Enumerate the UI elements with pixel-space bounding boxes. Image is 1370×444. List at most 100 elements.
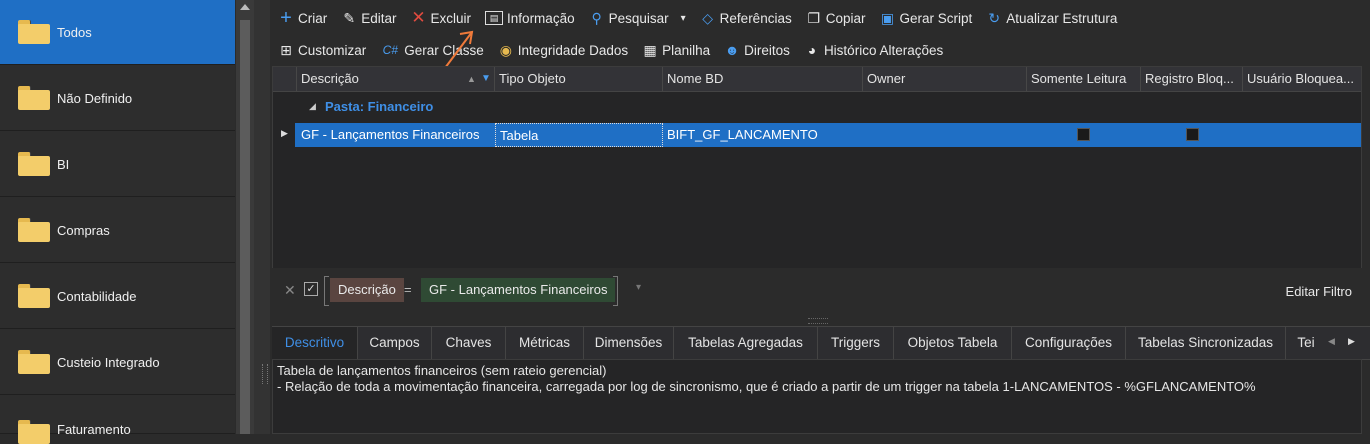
sidebar-item-custeio-integrado[interactable]: Custeio Integrado: [0, 330, 235, 395]
tab-scroll-right-icon[interactable]: ▶: [1348, 336, 1355, 347]
sidebar-item-label: Não Definido: [57, 90, 133, 106]
column-label: Nome BD: [667, 71, 724, 86]
tab-triggers[interactable]: Triggers: [818, 327, 894, 359]
sidebar-item-bi[interactable]: BI: [0, 132, 235, 197]
sidebar-item-faturamento[interactable]: Faturamento: [0, 396, 235, 444]
script-icon: ▣: [880, 10, 895, 26]
cell-owner[interactable]: [863, 123, 1027, 147]
edit-button[interactable]: ✎ Editar: [341, 10, 396, 26]
sidebar-scrollbar[interactable]: [236, 0, 254, 434]
column-label: Somente Leitura: [1031, 71, 1127, 86]
tab-campos[interactable]: Campos: [358, 327, 432, 359]
column-label: Descrição: [301, 71, 359, 86]
csharp-icon: C#: [382, 43, 398, 57]
search-label: Pesquisar: [608, 10, 669, 26]
sidebar-item-contabilidade[interactable]: Contabilidade: [0, 264, 235, 329]
column-header-somente-leitura[interactable]: Somente Leitura: [1027, 67, 1141, 91]
collapse-triangle-icon[interactable]: ◢: [309, 101, 316, 112]
scroll-up-icon[interactable]: [240, 4, 250, 10]
enable-filter-checkbox[interactable]: ✓: [304, 282, 318, 296]
column-header-owner[interactable]: Owner: [863, 67, 1027, 91]
filter-dropdown-icon[interactable]: ▾: [636, 282, 641, 293]
cell-descricao[interactable]: GF - Lançamentos Financeiros: [297, 123, 495, 147]
folder-icon: [18, 350, 50, 374]
tab-configuracoes[interactable]: Configurações: [1012, 327, 1126, 359]
filter-bar: ✕ ✓ Descrição = GF - Lançamentos Finance…: [272, 268, 1362, 316]
search-button[interactable]: ⚲ Pesquisar ▾: [589, 10, 686, 26]
detail-tabs: Descritivo Campos Chaves Métricas Dimens…: [272, 326, 1370, 360]
filter-icon[interactable]: ▼: [481, 67, 491, 91]
sidebar-item-todos[interactable]: Todos: [0, 0, 235, 65]
memo-grip[interactable]: [262, 364, 268, 384]
folder-icon: [18, 218, 50, 242]
spreadsheet-button[interactable]: ▦ Planilha: [642, 42, 711, 58]
row-indicator-icon: ▶: [281, 128, 288, 138]
scroll-thumb[interactable]: [240, 20, 250, 434]
generate-script-button[interactable]: ▣ Gerar Script: [880, 10, 973, 26]
filter-operator[interactable]: =: [400, 278, 416, 302]
column-label: Registro Bloq...: [1145, 71, 1234, 86]
bracket-right: [613, 276, 618, 306]
copy-label: Copiar: [825, 10, 866, 26]
column-label: Tipo Objeto: [499, 71, 566, 86]
references-button[interactable]: ◇ Referências: [700, 10, 791, 26]
cell-tipo-objeto[interactable]: Tabela: [495, 123, 663, 147]
column-header-nome-bd[interactable]: Nome BD: [663, 67, 863, 91]
tab-scroll-left-icon[interactable]: ◀: [1328, 336, 1335, 347]
users-icon: ☻: [724, 42, 740, 58]
filter-value-chip[interactable]: GF - Lançamentos Financeiros: [421, 278, 616, 302]
tab-chaves[interactable]: Chaves: [432, 327, 506, 359]
create-button[interactable]: + Criar: [278, 7, 328, 29]
tab-objetos-tabela[interactable]: Objetos Tabela: [894, 327, 1012, 359]
tab-dimensoes[interactable]: Dimensões: [584, 327, 674, 359]
plus-icon: +: [280, 7, 292, 29]
sidebar-item-compras[interactable]: Compras: [0, 198, 235, 263]
memo-line-1: Tabela de lançamentos financeiros (sem r…: [277, 363, 607, 378]
clear-filter-icon[interactable]: ✕: [284, 282, 296, 299]
copy-button[interactable]: ❐ Copiar: [806, 10, 866, 26]
column-header-descricao[interactable]: Descrição ▲ ▼: [297, 67, 495, 91]
info-label: Informação: [507, 10, 575, 26]
database-icon: ◉: [499, 42, 512, 58]
customize-button[interactable]: ⊞ Customizar: [278, 42, 366, 58]
column-header-registro-bloq[interactable]: Registro Bloq...: [1141, 67, 1243, 91]
change-history-button[interactable]: ◕ Histórico Alterações: [804, 42, 944, 58]
description-memo[interactable]: Tabela de lançamentos financeiros (sem r…: [272, 359, 1362, 434]
create-label: Criar: [298, 10, 328, 26]
generate-script-label: Gerar Script: [899, 10, 973, 26]
tab-partial[interactable]: Tei: [1286, 327, 1326, 359]
folder-icon: [18, 420, 50, 444]
dropdown-arrow-icon[interactable]: ▾: [681, 13, 686, 24]
folder-icon: [18, 86, 50, 110]
cell-nome-bd[interactable]: BIFT_GF_LANCAMENTO: [663, 123, 863, 147]
tab-tabelas-sincronizadas[interactable]: Tabelas Sincronizadas: [1126, 327, 1286, 359]
column-header-usuario-bloqueado[interactable]: Usuário Bloquea...: [1243, 67, 1363, 91]
tab-descritivo[interactable]: Descritivo: [272, 327, 358, 359]
checkbox-registro-bloq[interactable]: [1186, 128, 1199, 141]
rights-button[interactable]: ☻ Direitos: [724, 42, 790, 58]
header-indicator: [273, 67, 297, 91]
refresh-structure-label: Atualizar Estrutura: [1006, 10, 1118, 26]
splitter-grip[interactable]: [808, 318, 828, 324]
refresh-structure-button[interactable]: ↻ Atualizar Estrutura: [986, 10, 1117, 26]
change-history-label: Histórico Alterações: [823, 42, 944, 58]
group-row[interactable]: ◢ Pasta: Financeiro: [273, 95, 1361, 119]
toolbar-row-1: + Criar ✎ Editar ✕ Excluir ▤ Informação ⚲ Pes…: [278, 6, 1131, 30]
edit-filter-link[interactable]: Editar Filtro: [1286, 284, 1352, 299]
tab-metricas[interactable]: Métricas: [506, 327, 584, 359]
tab-tabelas-agregadas[interactable]: Tabelas Agregadas: [674, 327, 818, 359]
spreadsheet-icon: ▦: [643, 42, 657, 58]
cell-usuario-bloqueado[interactable]: [1243, 123, 1361, 147]
checkbox-somente-leitura[interactable]: [1077, 128, 1090, 141]
spreadsheet-label: Planilha: [662, 42, 711, 58]
filter-field-chip[interactable]: Descrição: [330, 278, 404, 302]
folder-icon: [18, 152, 50, 176]
info-button[interactable]: ▤ Informação: [485, 11, 575, 26]
group-label: Pasta: Financeiro: [325, 99, 434, 114]
objects-grid: Descrição ▲ ▼ Tipo Objeto Nome BD Owner So…: [272, 66, 1362, 280]
data-integrity-button[interactable]: ◉ Integridade Dados: [498, 42, 628, 58]
sidebar-item-nao-definido[interactable]: Não Definido: [0, 66, 235, 131]
table-row[interactable]: GF - Lançamentos Financeiros Tabela BIFT…: [295, 123, 1361, 147]
column-header-tipo-objeto[interactable]: Tipo Objeto: [495, 67, 663, 91]
folder-icon: [18, 284, 50, 308]
